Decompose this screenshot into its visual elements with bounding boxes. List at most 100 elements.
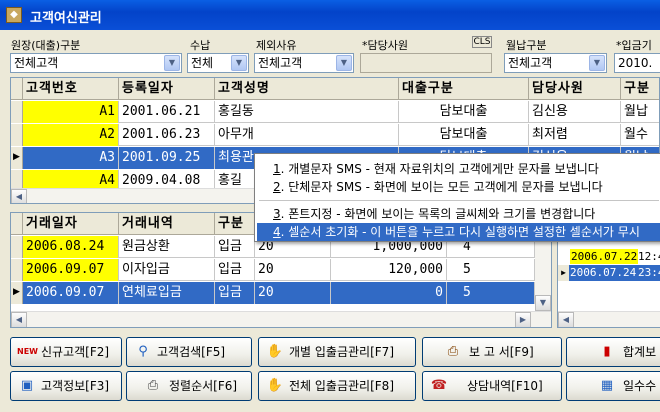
menu-key: 3 (273, 207, 281, 221)
branch-select[interactable]: 전체고객 ▼ (10, 53, 182, 73)
phone-icon: ☎ (430, 378, 448, 393)
cell-trans-date[interactable]: 2006.09.07 (23, 282, 119, 304)
cell-trans-desc[interactable]: 원금상환 (119, 236, 215, 258)
customer-info-button[interactable]: ▣ 고객정보[F3] (10, 371, 122, 401)
scroll-left-icon[interactable]: ◀ (11, 189, 27, 203)
menu-item-label: . 단체문자 SMS - 화면에 보이는 모든 고객에게 문자를 보냅니다 (280, 180, 603, 194)
cell-trans-date[interactable]: 2006.08.24 (23, 236, 119, 258)
exclude-select[interactable]: 전체고객 ▼ (254, 53, 354, 73)
customer-grid-header: 고객번호 등록일자 고객성명 대출구분 담당사원 구분 (11, 78, 659, 100)
menu-item-individual-sms[interactable]: 1. 개별문자 SMS - 현재 자료위치의 고객에게만 문자를 보냅니다 (257, 160, 660, 178)
search-user-icon: ⚲ (138, 344, 148, 359)
menu-item-group-sms[interactable]: 2. 단체문자 SMS - 화면에 보이는 모든 고객에게 문자를 보냅니다 (257, 178, 660, 196)
report-button[interactable]: ⎙ 보 고 서[F9] (422, 337, 562, 367)
cell-type[interactable]: 월납 (621, 101, 659, 123)
cell-reg-date[interactable]: 2001.06.21 (119, 101, 215, 123)
staff-label: *담당사원 (362, 39, 408, 52)
menu-item-reset-cell-order[interactable]: 4. 셀순서 초기화 - 이 버튼을 누르고 다시 실행하면 설정한 셀순서가 … (257, 223, 660, 241)
staff-field[interactable] (360, 53, 492, 73)
printer-icon: ⎙ (447, 344, 459, 359)
row-pointer-icon: ▶ (11, 147, 23, 169)
chevron-down-icon[interactable]: ▼ (589, 55, 605, 71)
cell-loan-type[interactable]: 담보대출 (399, 101, 529, 123)
chevron-down-icon[interactable]: ▼ (164, 55, 180, 71)
repay-select[interactable]: 전체 ▼ (187, 53, 249, 73)
cell-reg-date[interactable]: 2001.06.23 (119, 124, 215, 146)
table-row[interactable]: 2006.07.22 12:4 (558, 249, 660, 265)
handshake-icon: ✋ (266, 378, 284, 393)
new-user-icon: NEW (17, 347, 38, 356)
menu-item-label: . 개별문자 SMS - 현재 자료위치의 고객에게만 문자를 보냅니다 (280, 162, 599, 176)
cell-trans-type[interactable]: 입금 (215, 282, 255, 304)
cell-trans-desc[interactable]: 이자입금 (119, 259, 215, 281)
col-customer-name[interactable]: 고객성명 (215, 78, 399, 100)
cell-loan-type[interactable]: 담보대출 (399, 124, 529, 146)
all-payment-button[interactable]: ✋ 전체 입출금관리[F8] (258, 371, 416, 401)
consult-history-button[interactable]: ☎ 상담내역[F10] (422, 371, 562, 401)
col-customer-id[interactable]: 고객번호 (23, 78, 119, 100)
chevron-down-icon[interactable]: ▼ (336, 55, 352, 71)
col-loan-type[interactable]: 대출구분 (399, 78, 529, 100)
cell-trans-count[interactable]: 5 (447, 282, 535, 304)
individual-payment-button[interactable]: ✋ 개별 입출금관리[F7] (258, 337, 416, 367)
cell-trans-code[interactable]: 20 (255, 259, 331, 281)
transaction-grid-hscrollbar[interactable]: ◀ ▶ (11, 311, 551, 327)
cell-type[interactable]: 월수 (621, 124, 659, 146)
cell-reg-date[interactable]: 2001.09.25 (119, 147, 215, 169)
menu-key: 1 (273, 162, 281, 176)
side-date: 2006.07.24 (570, 266, 637, 279)
cell-customer-id[interactable]: A2 (23, 124, 119, 146)
summary-button[interactable]: ▮ 합계보 (566, 337, 660, 367)
row-pointer-icon: ▶ (11, 282, 23, 304)
col-staff[interactable]: 담당사원 (529, 78, 621, 100)
exclude-label: 제외사유 (256, 39, 297, 52)
scroll-down-icon[interactable]: ▼ (535, 295, 551, 311)
chevron-down-icon[interactable]: ▼ (231, 55, 247, 71)
scroll-left-icon[interactable]: ◀ (558, 312, 574, 327)
branch-select-value: 전체고객 (14, 56, 59, 70)
cell-customer-id[interactable]: A1 (23, 101, 119, 123)
cell-staff[interactable]: 김신용 (529, 101, 621, 123)
cell-trans-date[interactable]: 2006.09.07 (23, 259, 119, 281)
table-row[interactable]: A1 2001.06.21 홍길동 담보대출 김신용 월납 (11, 101, 659, 123)
scroll-right-icon[interactable]: ▶ (515, 312, 531, 327)
side-grid-hscrollbar[interactable]: ◀ (558, 311, 660, 327)
table-row-selected[interactable]: ▶ 2006.09.07 연체료입금 입금 20 0 5 (11, 282, 535, 304)
menu-item-label: . 셀순서 초기화 - 이 버튼을 누르고 다시 실행하면 설정한 셀순서가 무… (280, 225, 640, 239)
row-pointer-icon: ▶ (558, 265, 569, 281)
title-bar[interactable]: ◆ 고객여신관리 (0, 0, 660, 30)
cell-trans-type[interactable]: 입금 (215, 236, 255, 258)
table-row[interactable]: 2006.09.07 이자입금 입금 20 120,000 5 (11, 259, 535, 281)
table-row-selected[interactable]: ▶ 2006.07.24 23:4 (558, 265, 660, 281)
scroll-left-icon[interactable]: ◀ (11, 312, 27, 327)
cell-trans-count[interactable]: 5 (447, 259, 535, 281)
menu-item-font[interactable]: 3. 폰트지정 - 화면에 보이는 목록의 글씨체와 크기를 변경합니다 (257, 205, 660, 223)
table-row[interactable]: A2 2001.06.23 아무개 담보대출 최저렴 월수 (11, 124, 659, 146)
side-time: 12:4 (638, 250, 660, 263)
col-trans-type[interactable]: 구분 (215, 213, 255, 235)
daily-button[interactable]: ▦ 일수수 (566, 371, 660, 401)
customer-grid-hscrollbar[interactable]: ◀ (11, 188, 271, 203)
col-trans-desc[interactable]: 거래내역 (119, 213, 215, 235)
cell-customer-id[interactable]: A3 (23, 147, 119, 169)
calculator-icon: ▦ (600, 378, 614, 393)
cell-trans-code[interactable]: 20 (255, 282, 331, 304)
cell-trans-desc[interactable]: 연체료입금 (119, 282, 215, 304)
sort-order-button[interactable]: ⎙ 정렬순서[F6] (126, 371, 252, 401)
cell-customer-name[interactable]: 아무개 (215, 124, 399, 146)
cell-trans-amount[interactable]: 0 (331, 282, 447, 304)
repay-type-select[interactable]: 전체고객 ▼ (504, 53, 607, 73)
search-customer-button[interactable]: ⚲ 고객검색[F5] (126, 337, 252, 367)
start-date-field[interactable]: 2010. (614, 53, 660, 73)
col-reg-date[interactable]: 등록일자 (119, 78, 215, 100)
cell-customer-name[interactable]: 홍길동 (215, 101, 399, 123)
col-trans-date[interactable]: 거래일자 (23, 213, 119, 235)
cell-trans-type[interactable]: 입금 (215, 259, 255, 281)
new-customer-button[interactable]: NEW 신규고객[F2] (10, 337, 122, 367)
col-type[interactable]: 구분 (621, 78, 659, 100)
side-date: 2006.07.22 (570, 249, 639, 264)
menu-separator (259, 200, 659, 201)
cell-trans-amount[interactable]: 120,000 (331, 259, 447, 281)
start-date-value: 2010. (618, 56, 653, 70)
cell-staff[interactable]: 최저렴 (529, 124, 621, 146)
